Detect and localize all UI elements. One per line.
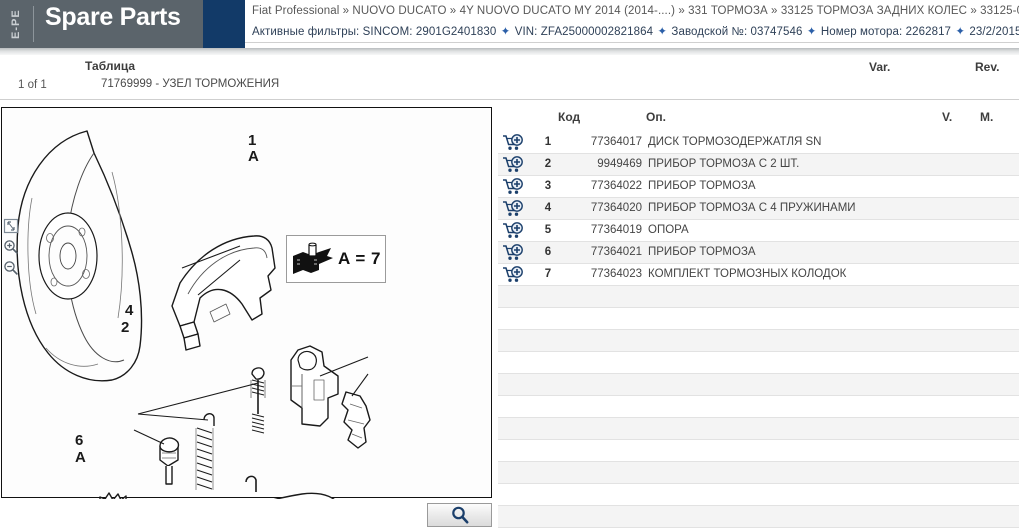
table-row[interactable]: 3 77364022 ПРИБОР ТОРМОЗА: [498, 176, 1019, 198]
filter-separator: ✦: [803, 26, 820, 38]
active-filters-label: Активные фильтры:: [252, 26, 360, 38]
row-part-code[interactable]: 77364022: [574, 180, 642, 192]
table-row-empty: [498, 286, 1019, 308]
filter-separator: ✦: [654, 26, 671, 38]
spare-parts-application: E-PE Spare Parts Fiat Professional » NUO…: [0, 0, 1019, 530]
table-row-empty: [498, 484, 1019, 506]
row-description: ДИСК ТОРМОЗОДЕРЖАТЛЯ SN: [648, 136, 822, 148]
zoom-out-icon[interactable]: [3, 260, 21, 279]
diagram-callout-A: A: [248, 148, 259, 165]
row-description: ОПОРА: [648, 224, 689, 236]
row-part-code[interactable]: 77364019: [574, 224, 642, 236]
add-to-cart-icon[interactable]: [502, 266, 524, 284]
scrollbar[interactable]: [1015, 103, 1019, 530]
exploded-view-icon: [293, 242, 333, 274]
active-filter-item[interactable]: Номер мотора: 2262817: [821, 26, 951, 38]
breadcrumb-area: Fiat Professional » NUOVO DUCATO » 4Y NU…: [245, 0, 1019, 48]
diagram-callout-4: 4: [125, 302, 134, 319]
sub-header: Таблица 1 of 1 71769999 - УЗЕЛ ТОРМОЖЕНИ…: [0, 55, 1019, 103]
table-row-empty: [498, 440, 1019, 462]
brand-divider: [33, 6, 34, 42]
row-position: 4: [544, 202, 552, 214]
column-header-v: V.: [942, 110, 953, 124]
row-part-code[interactable]: 77364021: [574, 246, 642, 258]
parts-table-body: 1 77364017 ДИСК ТОРМОЗОДЕРЖАТЛЯ SN 2 9949469…: [498, 132, 1019, 528]
row-description: ПРИБОР ТОРМОЗА С 2 ШТ.: [648, 158, 800, 170]
table-row-empty: [498, 374, 1019, 396]
table-row-empty: [498, 506, 1019, 528]
quantity-legend-box: A = 7: [286, 235, 386, 283]
table-row-empty: [498, 418, 1019, 440]
row-part-code[interactable]: 77364017: [574, 136, 642, 148]
diagram-tools[interactable]: [3, 218, 23, 278]
active-filters-list[interactable]: SINCOM: 2901G2401830 ✦ VIN: ZFA250000028…: [363, 26, 1019, 38]
table-row[interactable]: 6 77364021 ПРИБОР ТОРМОЗА: [498, 242, 1019, 264]
row-position: 7: [544, 268, 552, 280]
add-to-cart-icon[interactable]: [502, 244, 524, 262]
column-header-m: M.: [980, 110, 994, 124]
table-row-empty: [498, 462, 1019, 484]
column-header-description: Оп.: [646, 110, 666, 124]
top-bar: E-PE Spare Parts Fiat Professional » NUO…: [0, 0, 1019, 48]
row-part-code[interactable]: 77364020: [574, 202, 642, 214]
row-description: КОМПЛЕКТ ТОРМОЗНЫХ КОЛОДОК: [648, 268, 847, 280]
fullscreen-icon[interactable]: [3, 218, 21, 237]
row-description: ПРИБОР ТОРМОЗА: [648, 180, 756, 192]
diagram-callout-1: 1: [248, 132, 257, 149]
rev-column-header: Rev.: [975, 60, 1000, 74]
quantity-legend-label: A = 7: [338, 249, 381, 268]
active-filters: Активные фильтры: SINCOM: 2901G2401830 ✦…: [252, 24, 1019, 38]
table-row[interactable]: 7 77364023 КОМПЛЕКТ ТОРМОЗНЫХ КОЛОДОК: [498, 264, 1019, 286]
app-title: Spare Parts: [45, 3, 181, 31]
search-icon: [451, 506, 468, 524]
table-row[interactable]: 4 77364020 ПРИБОР ТОРМОЗА С 4 ПРУЖИНАМИ: [498, 198, 1019, 220]
add-to-cart-icon[interactable]: [502, 156, 524, 174]
breadcrumb[interactable]: Fiat Professional » NUOVO DUCATO » 4Y NU…: [252, 5, 1019, 17]
search-button[interactable]: [427, 503, 492, 527]
add-to-cart-icon[interactable]: [502, 200, 524, 218]
table-row-empty: [498, 396, 1019, 418]
active-filter-item[interactable]: 23/2/2015: [969, 26, 1019, 38]
filter-separator: ✦: [497, 26, 514, 38]
header-shadow: [0, 48, 1019, 55]
table-heading: Таблица: [85, 59, 136, 73]
breadcrumb-underline: [245, 42, 1019, 43]
epe-logo: E-PE: [10, 9, 22, 39]
page-counter: 1 of 1: [18, 79, 47, 91]
active-filter-item[interactable]: Заводской №: 03747546: [671, 26, 802, 38]
table-row-empty: [498, 352, 1019, 374]
table-row[interactable]: 1 77364017 ДИСК ТОРМОЗОДЕРЖАТЛЯ SN: [498, 132, 1019, 154]
table-row[interactable]: 5 77364019 ОПОРА: [498, 220, 1019, 242]
table-row-empty: [498, 330, 1019, 352]
diagram-callout-A: A: [75, 449, 86, 466]
navy-accent-block: [203, 0, 245, 48]
row-position: 3: [544, 180, 552, 192]
add-to-cart-icon[interactable]: [502, 222, 524, 240]
add-to-cart-icon[interactable]: [502, 134, 524, 152]
diagram-callout-6: 6: [75, 432, 84, 449]
row-position: 6: [544, 246, 552, 258]
row-position: 1: [544, 136, 552, 148]
row-position: 5: [544, 224, 552, 236]
row-position: 2: [544, 158, 552, 170]
parts-table-header: Код Оп. V. M.: [498, 103, 1019, 132]
row-part-code[interactable]: 9949469: [574, 158, 642, 170]
var-column-header: Var.: [869, 60, 891, 74]
zoom-in-icon[interactable]: [3, 239, 21, 258]
add-to-cart-icon[interactable]: [502, 178, 524, 196]
diagram-panel[interactable]: A = 7 AA 2078 1A53426A: [1, 107, 492, 499]
diagram-callout-2: 2: [121, 319, 130, 336]
table-code-title: 71769999 - УЗЕЛ ТОРМОЖЕНИЯ: [101, 78, 280, 90]
row-description: ПРИБОР ТОРМОЗА С 4 ПРУЖИНАМИ: [648, 202, 856, 214]
table-row[interactable]: 2 9949469 ПРИБОР ТОРМОЗА С 2 ШТ.: [498, 154, 1019, 176]
row-description: ПРИБОР ТОРМОЗА: [648, 246, 756, 258]
column-header-code: Код: [558, 110, 581, 124]
table-row-empty: [498, 308, 1019, 330]
active-filter-item[interactable]: VIN: ZFA25000002821864: [515, 26, 653, 38]
row-part-code[interactable]: 77364023: [574, 268, 642, 280]
filter-separator: ✦: [952, 26, 969, 38]
sub-header-rule: [0, 99, 1019, 100]
active-filter-item[interactable]: SINCOM: 2901G2401830: [363, 26, 497, 38]
parts-table: Код Оп. V. M. 1 77364017 ДИСК ТОРМОЗОДЕРЖА…: [498, 103, 1019, 530]
